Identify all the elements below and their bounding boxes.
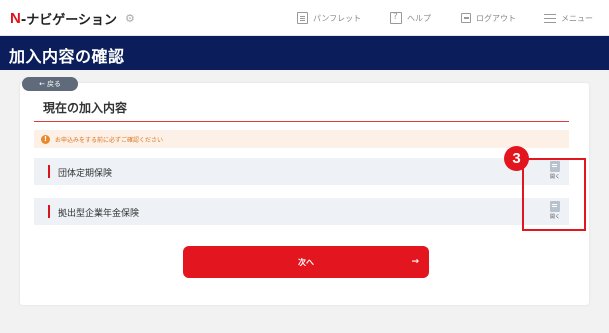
plan-label: 団体定期保険 [58, 169, 113, 179]
next-button[interactable]: 次へ → [183, 246, 429, 278]
hamburger-menu-icon [544, 13, 556, 23]
section-divider [34, 121, 569, 122]
back-button[interactable]: ← 戻る [22, 77, 78, 91]
back-button-label: 戻る [46, 80, 61, 88]
back-arrow-icon: ← [39, 80, 45, 88]
annotation-highlight-box [522, 158, 586, 231]
notice-banner: ! お申込みをする前に必ずご確認ください [34, 130, 569, 148]
nav-menu[interactable]: メニュー [544, 10, 593, 26]
page-title-bar: 加入内容の確認 [0, 36, 609, 70]
gear-icon[interactable]: ⚙ [125, 12, 135, 25]
section-title: 現在の加入内容 [43, 101, 128, 115]
plan-row-group-term-life: 団体定期保険 開く [34, 158, 569, 185]
annotation-step-badge: 3 [504, 146, 529, 171]
nav-logout[interactable]: ログアウト [461, 10, 516, 26]
plan-accent-bar [48, 205, 50, 218]
help-icon [390, 12, 402, 24]
nav-help[interactable]: ヘルプ [390, 10, 431, 26]
logout-icon [461, 13, 471, 23]
page-title: 加入内容の確認 [9, 47, 125, 66]
nav-pamphlet[interactable]: パンフレット [297, 10, 361, 26]
nav-help-label: ヘルプ [407, 13, 431, 23]
plan-row-contributory-pension: 拠出型企業年金保険 開く [34, 198, 569, 225]
nav-menu-label: メニュー [561, 13, 593, 23]
logo-text: -ナビゲーション [20, 12, 117, 28]
nav-logout-label: ログアウト [476, 13, 516, 23]
logo-mark: N [10, 9, 21, 27]
warning-icon: ! [41, 134, 50, 144]
arrow-right-icon: → [411, 257, 419, 267]
next-button-label: 次へ [298, 257, 314, 267]
pamphlet-icon [297, 12, 308, 24]
plan-label: 拠出型企業年金保険 [58, 209, 140, 219]
nav-pamphlet-label: パンフレット [313, 13, 362, 23]
plan-accent-bar [48, 165, 50, 178]
app-logo[interactable]: N -ナビゲーション ⚙ [10, 8, 135, 28]
notice-text: お申込みをする前に必ずご確認ください [55, 136, 164, 144]
top-navigation-bar: N -ナビゲーション ⚙ パンフレット ヘルプ ログアウト メニュー [0, 0, 609, 36]
